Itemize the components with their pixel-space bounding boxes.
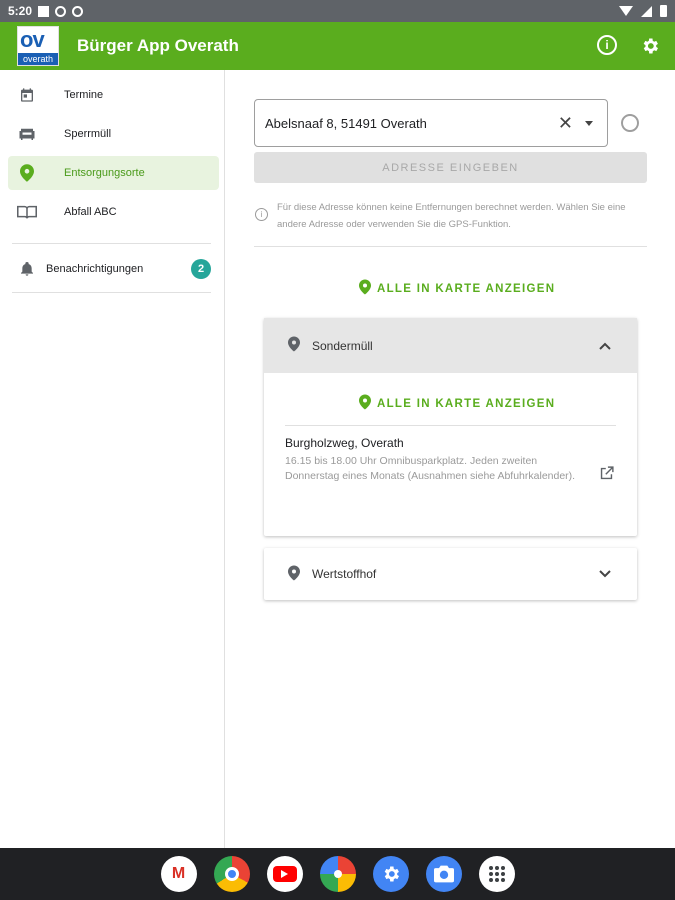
- app-logo: ov overath: [17, 26, 59, 66]
- map-pin-icon: [359, 279, 371, 298]
- sidebar-item-label: Entsorgungsorte: [64, 167, 145, 179]
- battery-icon: [660, 5, 667, 17]
- chevron-up-icon[interactable]: [599, 339, 611, 353]
- sidebar: Termine Sperrmüll Entsorgungsorte Abfall…: [0, 70, 225, 848]
- hint-text: Für diese Adresse können keine Entfernun…: [277, 202, 626, 230]
- app-title: Bürger App Overath: [77, 36, 239, 55]
- sidebar-item-label: Abfall ABC: [64, 206, 117, 218]
- enter-address-button[interactable]: ADRESSE EINGEBEN: [254, 152, 647, 183]
- main-divider: [254, 246, 647, 247]
- wifi-icon: [619, 6, 633, 16]
- sidebar-item-benachrichtigungen[interactable]: Benachrichtigungen 2: [8, 253, 219, 285]
- sidebar-item-sperrmuell[interactable]: Sperrmüll: [8, 117, 219, 151]
- sidebar-item-label: Benachrichtigungen: [46, 263, 144, 275]
- chrome-icon[interactable]: [213, 856, 250, 892]
- clear-icon[interactable]: ✕: [558, 113, 573, 134]
- category-header-sondermuell[interactable]: Sondermüll: [264, 318, 637, 373]
- settings-app-icon[interactable]: [372, 856, 409, 892]
- logo-band-text: overath: [18, 53, 58, 65]
- gmail-icon[interactable]: M: [160, 856, 197, 892]
- app-bar: ov overath Bürger App Overath i: [0, 22, 675, 70]
- sidebar-item-label: Sperrmüll: [64, 128, 112, 140]
- youtube-icon[interactable]: [266, 856, 303, 892]
- show-all-label: ALLE IN KARTE ANZEIGEN: [377, 397, 556, 410]
- gps-locate-icon[interactable]: [621, 114, 639, 132]
- category-card-wertstoffhof: Wertstoffhof: [264, 548, 637, 600]
- map-pin-icon: [288, 336, 300, 355]
- show-all-on-map-button[interactable]: ALLE IN KARTE ANZEIGEN: [359, 394, 555, 413]
- map-pin-icon: [16, 164, 38, 182]
- card-divider: [285, 425, 616, 426]
- category-name: Sondermüll: [312, 338, 373, 353]
- entry-title: Burgholzweg, Overath: [285, 436, 404, 450]
- info-small-icon: i: [255, 208, 268, 221]
- bell-icon: [16, 261, 38, 277]
- chevron-down-icon[interactable]: [585, 120, 593, 126]
- sidebar-item-termine[interactable]: Termine: [8, 78, 219, 112]
- show-all-on-map-button[interactable]: ALLE IN KARTE ANZEIGEN: [359, 279, 555, 298]
- signal-icon: [641, 5, 652, 17]
- entry-description: 16.15 bis 18.00 Uhr Omnibusparkplatz. Je…: [285, 455, 576, 482]
- book-icon: [16, 204, 38, 220]
- category-card-sondermuell: Sondermüll ALLE IN KARTE ANZEIGEN Burgho…: [264, 318, 637, 536]
- sync-status-icon: [72, 5, 84, 17]
- address-input[interactable]: Abelsnaaf 8, 51491 Overath ✕: [254, 99, 608, 147]
- info-icon[interactable]: i: [597, 35, 617, 55]
- photos-icon[interactable]: [319, 856, 356, 892]
- map-pin-icon: [288, 565, 300, 584]
- settings-status-icon: [55, 5, 67, 17]
- notification-icon: [38, 5, 50, 17]
- camera-icon[interactable]: [425, 856, 462, 892]
- sidebar-item-entsorgungsorte[interactable]: Entsorgungsorte: [8, 156, 219, 190]
- category-name: Wertstoffhof: [312, 567, 377, 581]
- sidebar-item-abfall-abc[interactable]: Abfall ABC: [8, 195, 219, 229]
- category-header-wertstoffhof[interactable]: Wertstoffhof: [264, 548, 637, 600]
- sidebar-divider: [12, 243, 211, 244]
- gear-icon[interactable]: [639, 35, 661, 57]
- status-time: 5:20: [8, 4, 33, 18]
- distance-hint: i Für diese Adresse können keine Entfern…: [255, 199, 647, 233]
- calendar-icon: [16, 87, 38, 103]
- app-dock: M: [0, 848, 675, 900]
- list-item: Burgholzweg, Overath 16.15 bis 18.00 Uhr…: [285, 436, 615, 484]
- map-pin-icon: [359, 394, 371, 413]
- chevron-down-icon[interactable]: [599, 567, 611, 581]
- sofa-icon: [16, 126, 38, 142]
- notification-count-badge: 2: [191, 259, 211, 279]
- sidebar-divider: [12, 292, 211, 293]
- open-external-icon[interactable]: [598, 465, 615, 487]
- logo-text: ov: [20, 27, 45, 52]
- sidebar-item-label: Termine: [64, 89, 104, 101]
- status-bar: 5:20: [0, 0, 675, 22]
- app-drawer-icon[interactable]: [478, 856, 515, 892]
- address-value: Abelsnaaf 8, 51491 Overath: [265, 115, 427, 131]
- show-all-label: ALLE IN KARTE ANZEIGEN: [377, 282, 556, 295]
